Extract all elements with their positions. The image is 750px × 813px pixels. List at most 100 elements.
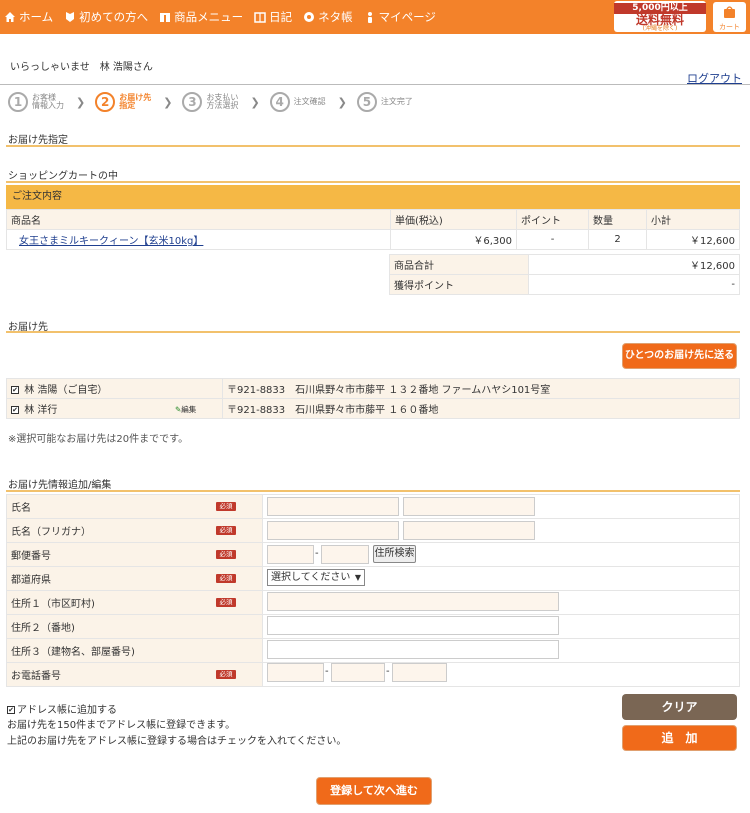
- nav-notes[interactable]: ネタ帳: [303, 9, 353, 25]
- field-label: 住所１（市区町村): [11, 599, 95, 610]
- destination-name: 林 浩陽（ご自宅）: [24, 385, 108, 396]
- order-summary-table: 商品合計 ￥12,600 獲得ポイント -: [389, 254, 740, 295]
- step-number: 2: [95, 92, 116, 112]
- table-row: ✔ 林 洋行 ✎編集 〒921-8833 石川県野々市市藤平 １６０番地: [6, 398, 740, 419]
- chevron-right-icon: ❯: [76, 95, 86, 109]
- zip-code-second-input[interactable]: [321, 545, 369, 564]
- destination-checkbox[interactable]: ✔: [11, 386, 19, 394]
- field-label: 氏名: [11, 503, 31, 514]
- step-label: お支払い 方法選択: [206, 92, 239, 110]
- required-badge: 必須: [216, 598, 236, 607]
- note-icon: [304, 12, 315, 22]
- nav-diary-label: 日記: [269, 10, 293, 24]
- cart-icon: [724, 6, 735, 18]
- step-label: お客様 情報入力: [32, 92, 64, 110]
- add-button[interactable]: 追 加: [622, 725, 737, 751]
- quantity: 2: [588, 229, 647, 250]
- step-number: 3: [182, 92, 203, 112]
- section-title-cart: ショッピングカートの中: [8, 171, 118, 182]
- product-link[interactable]: 女王さまミルキークィーン【玄米10kg】: [19, 236, 203, 247]
- section-title-address-edit: お届け先情報追加/編集: [8, 480, 112, 491]
- top-navigation-bar: ホーム 初めての方へ 商品メニュー 日記 ネタ帳 マイページ 5,000円以上 …: [0, 0, 750, 34]
- address-search-button[interactable]: 住所検索: [373, 545, 416, 563]
- col-qty: 数量: [588, 209, 647, 230]
- leaf-icon: [66, 12, 75, 22]
- table-row: 女王さまミルキークィーン【玄米10kg】 ￥6,300 - 2 ￥12,600: [6, 229, 740, 250]
- required-badge: 必須: [216, 526, 236, 535]
- chevron-down-icon: ▼: [354, 573, 361, 582]
- phone-third-input[interactable]: [392, 663, 447, 682]
- order-table: 商品名 単価(税込) ポイント 数量 小計 女王さまミルキークィーン【玄米10k…: [6, 209, 740, 250]
- zip-code-first-input[interactable]: [267, 545, 314, 564]
- nav-notes-label: ネタ帳: [318, 10, 353, 24]
- section-underline: [6, 181, 740, 183]
- step-number: 5: [356, 92, 377, 112]
- summary-row: 獲得ポイント -: [389, 274, 740, 295]
- section-underline: [6, 331, 740, 333]
- main-nav: ホーム 初めての方へ 商品メニュー 日記 ネタ帳 マイページ: [4, 9, 447, 25]
- subtotal: ￥12,600: [646, 229, 740, 250]
- address1-input[interactable]: [267, 592, 559, 611]
- address-book-note: お届け先を150件までアドレス帳に登録できます。: [7, 720, 236, 731]
- col-subtotal: 小計: [646, 209, 740, 230]
- nav-first-time-label: 初めての方へ: [79, 10, 149, 24]
- cart-button[interactable]: カート: [713, 2, 746, 32]
- field-label: 氏名（フリガナ）: [11, 527, 91, 538]
- phone-second-input[interactable]: [331, 663, 385, 682]
- nav-home[interactable]: ホーム: [4, 9, 53, 25]
- destination-address: 〒921-8833 石川県野々市市藤平 １３２番地 ファームハヤシ101号室: [222, 378, 740, 399]
- free-shipping-banner: 5,000円以上 送料無料 (沖縄を除く): [614, 1, 706, 32]
- phone-dash: -: [386, 666, 390, 677]
- step-2: 2 お届け先 指定: [95, 92, 159, 112]
- step-4: 4 注文確認: [269, 92, 334, 112]
- nav-home-label: ホーム: [19, 10, 54, 24]
- section-underline: [6, 145, 740, 147]
- last-name-input[interactable]: [267, 497, 399, 516]
- destination-checkbox[interactable]: ✔: [11, 406, 19, 414]
- nav-products[interactable]: 商品メニュー: [159, 9, 243, 25]
- required-badge: 必須: [216, 502, 236, 511]
- unit-price: ￥6,300: [390, 229, 517, 250]
- nav-mypage-label: マイページ: [378, 10, 436, 24]
- table-row: ✔ 林 浩陽（ご自宅） 〒921-8833 石川県野々市市藤平 １３２番地 ファ…: [6, 378, 740, 399]
- address2-input[interactable]: [267, 616, 559, 635]
- home-icon: [5, 12, 15, 22]
- nav-diary[interactable]: 日記: [254, 9, 292, 25]
- col-points: ポイント: [516, 209, 589, 230]
- nav-mypage[interactable]: マイページ: [364, 9, 436, 25]
- gift-icon: [160, 13, 171, 22]
- add-to-address-book-checkbox[interactable]: ✔: [7, 706, 15, 714]
- field-label: 郵便番号: [11, 551, 51, 562]
- person-icon: [367, 12, 372, 23]
- field-label: 都道府県: [11, 575, 51, 586]
- required-badge: 必須: [216, 550, 236, 559]
- step-label: 注文完了: [380, 96, 413, 106]
- section-title-delivery-spec: お届け先指定: [8, 135, 68, 146]
- field-label: 住所２（番地): [11, 623, 75, 634]
- nav-first-time[interactable]: 初めての方へ: [64, 9, 148, 25]
- destination-limit-note: ※選択可能なお届け先は20件までです。: [8, 434, 189, 445]
- send-to-one-destination-button[interactable]: ひとつのお届け先に送る: [622, 343, 737, 369]
- step-label: 注文確認: [293, 96, 326, 106]
- required-badge: 必須: [216, 574, 236, 583]
- address3-input[interactable]: [267, 640, 559, 659]
- order-table-header: 商品名 単価(税込) ポイント 数量 小計: [6, 209, 740, 230]
- chevron-right-icon: ❯: [250, 95, 260, 109]
- first-name-kana-input[interactable]: [403, 521, 535, 540]
- edit-link[interactable]: ✎編集: [175, 404, 196, 415]
- summary-value: -: [528, 274, 740, 295]
- form-row: 都道府県 必須: [6, 566, 740, 591]
- phone-dash: -: [325, 666, 329, 677]
- destination-address: 〒921-8833 石川県野々市市藤平 １６０番地: [222, 398, 740, 419]
- prefecture-select[interactable]: 選択してください ▼: [267, 569, 365, 586]
- cart-label: カート: [719, 23, 740, 31]
- last-name-kana-input[interactable]: [267, 521, 399, 540]
- chevron-right-icon: ❯: [337, 95, 347, 109]
- points: -: [516, 229, 589, 250]
- add-to-address-book[interactable]: ✔ アドレス帳に追加する: [7, 701, 117, 716]
- phone-first-input[interactable]: [267, 663, 324, 682]
- register-and-proceed-button[interactable]: 登録して次へ進む: [316, 777, 432, 805]
- first-name-input[interactable]: [403, 497, 535, 516]
- required-badge: 必須: [216, 670, 236, 679]
- clear-button[interactable]: クリア: [622, 694, 737, 720]
